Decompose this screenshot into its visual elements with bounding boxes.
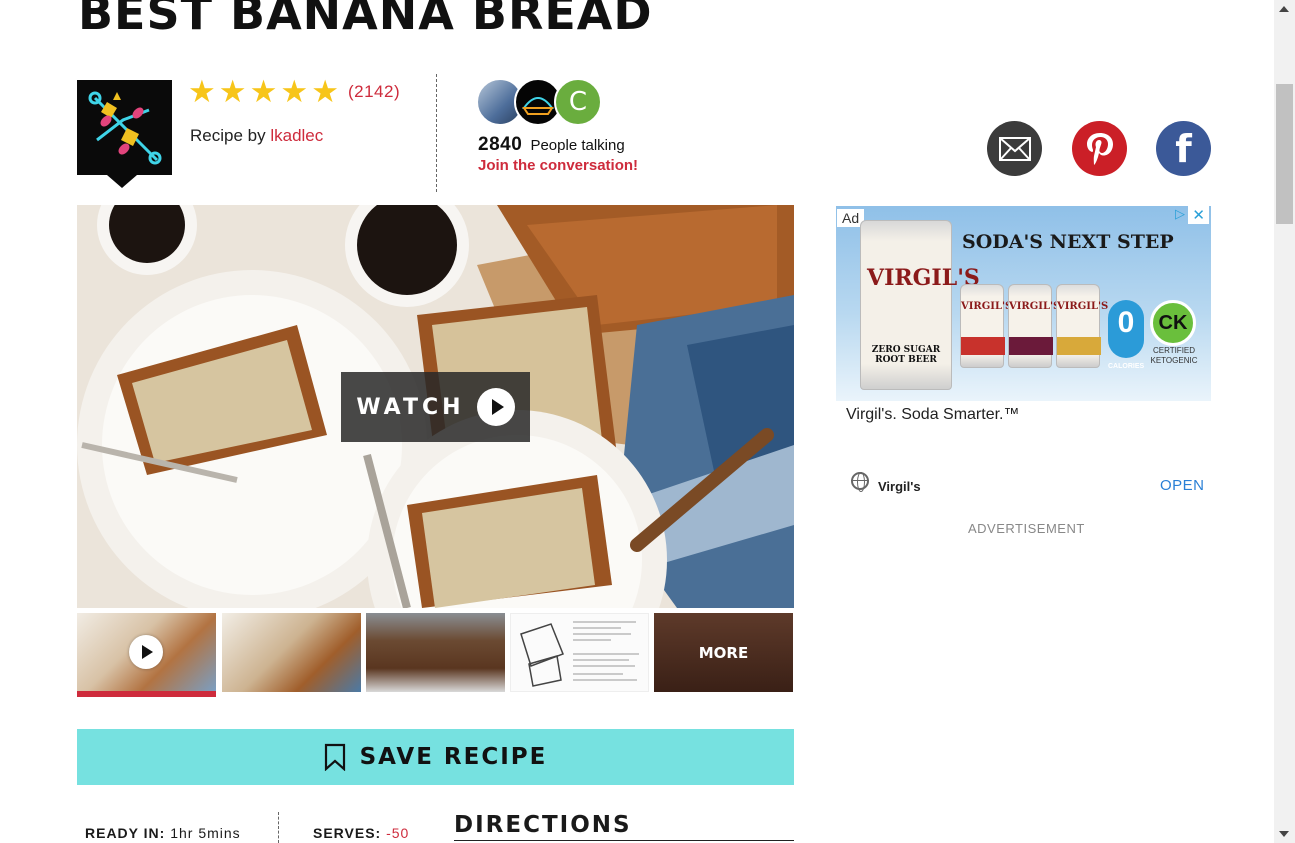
soda-can-image: VIRGIL'S — [1056, 284, 1109, 368]
can-brand: VIRGIL'S — [1009, 301, 1061, 312]
thumbnail-photo[interactable] — [222, 613, 361, 692]
people-talking: 2840 People talking — [478, 134, 625, 156]
close-icon[interactable]: ✕ — [1188, 206, 1209, 224]
watch-video-button[interactable]: WATCH — [341, 372, 530, 442]
can-band — [961, 337, 1005, 355]
keto-label: CERTIFIED KETOGENIC — [1150, 346, 1198, 365]
scroll-up-icon[interactable] — [1279, 6, 1289, 12]
serves-value[interactable]: -50 — [386, 825, 409, 841]
save-recipe-button[interactable]: SAVE RECIPE — [77, 729, 794, 785]
scroll-thumb[interactable] — [1276, 84, 1293, 224]
email-share-button[interactable] — [987, 121, 1042, 176]
keto-badge: CK — [1150, 300, 1196, 346]
adchoices-icon[interactable]: ▷ — [1175, 206, 1185, 222]
can-brand: VIRGIL'S — [1057, 301, 1109, 312]
email-icon — [998, 136, 1031, 161]
ad-open-button[interactable]: OPEN — [1160, 477, 1205, 494]
talking-label: People talking — [530, 137, 625, 154]
rating-count[interactable]: (2142) — [348, 82, 400, 102]
zero-value: 0 — [1117, 306, 1135, 339]
zero-calories-badge: 0 CALORIES — [1108, 300, 1144, 370]
facebook-icon: f — [1175, 126, 1192, 171]
globe-icon — [851, 472, 869, 492]
conversation-avatars[interactable]: C — [476, 78, 606, 128]
pinterest-icon — [1086, 132, 1113, 165]
more-label: MORE — [698, 643, 749, 662]
author-avatar[interactable] — [77, 80, 172, 188]
star-icon: ★ — [311, 74, 339, 109]
ready-in: READY IN: 1hr 5mins — [85, 825, 241, 841]
header-divider — [436, 74, 437, 192]
watch-label: WATCH — [356, 394, 465, 420]
page-scrollbar[interactable] — [1274, 0, 1295, 843]
bookmark-icon — [324, 743, 345, 771]
play-icon — [129, 635, 163, 669]
star-icon: ★ — [188, 74, 216, 109]
ad-caption[interactable]: Virgil's. Soda Smarter.™ — [846, 406, 1020, 424]
serves[interactable]: SERVES: -50 — [313, 825, 409, 841]
zero-label: CALORIES — [1108, 363, 1145, 370]
can-brand: VIRGIL'S — [867, 265, 980, 291]
recipe-title: BEST BANANA BREAD — [78, 0, 653, 40]
can-band — [1009, 337, 1053, 355]
ad-headline: SODA'S NEXT STEP — [962, 231, 1174, 253]
facebook-share-button[interactable]: f — [1156, 121, 1211, 176]
ready-in-value: 1hr 5mins — [170, 825, 241, 841]
can-band — [1057, 337, 1101, 355]
star-icon: ★ — [249, 74, 278, 109]
soda-can-image: VIRGIL'S — [960, 284, 1013, 368]
directions-heading: DIRECTIONS — [454, 812, 794, 841]
scroll-down-icon[interactable] — [1279, 831, 1289, 837]
ad-advertiser[interactable]: Virgil's — [878, 479, 921, 494]
save-recipe-label: SAVE RECIPE — [359, 744, 548, 770]
join-conversation-link[interactable]: Join the conversation! — [478, 157, 638, 174]
thumbnail-video[interactable] — [77, 613, 216, 692]
thumbnail-more[interactable]: MORE — [654, 613, 793, 692]
pinterest-share-button[interactable] — [1072, 121, 1127, 176]
ready-in-label: READY IN: — [85, 825, 166, 841]
serves-label: SERVES: — [313, 825, 382, 841]
media-thumbnails: MORE — [77, 613, 794, 692]
talking-count: 2840 — [478, 134, 523, 155]
recipe-card-sketch-icon — [520, 621, 639, 687]
commenter-avatar: C — [554, 78, 602, 126]
details-divider — [278, 812, 279, 843]
author-avatar-art-icon — [77, 80, 172, 175]
star-icon: ★ — [218, 74, 247, 109]
recipe-by-label: Recipe by — [190, 126, 266, 145]
star-icon: ★ — [280, 74, 309, 109]
soda-can-image: VIRGIL'S — [1008, 284, 1061, 368]
active-thumbnail-indicator — [77, 691, 216, 697]
thumbnail-photo[interactable] — [366, 613, 505, 692]
advertisement-label: ADVERTISEMENT — [968, 521, 1085, 536]
author-link[interactable]: lkadlec — [270, 126, 323, 145]
advertisement-banner[interactable]: Ad ▷ ✕ SODA'S NEXT STEP VIRGIL'S ZERO SU… — [836, 206, 1211, 401]
can-brand: VIRGIL'S — [961, 301, 1013, 312]
can-subtitle: ZERO SUGAR ROOT BEER — [871, 345, 941, 365]
rating-stars[interactable]: ★ ★ ★ ★ ★ (2142) — [188, 76, 400, 107]
soda-can-image: VIRGIL'S ZERO SUGAR ROOT BEER — [860, 220, 980, 390]
thumbnail-photo[interactable] — [510, 613, 649, 692]
play-icon — [476, 388, 515, 426]
recipe-byline: Recipe by lkadlec — [190, 126, 323, 146]
